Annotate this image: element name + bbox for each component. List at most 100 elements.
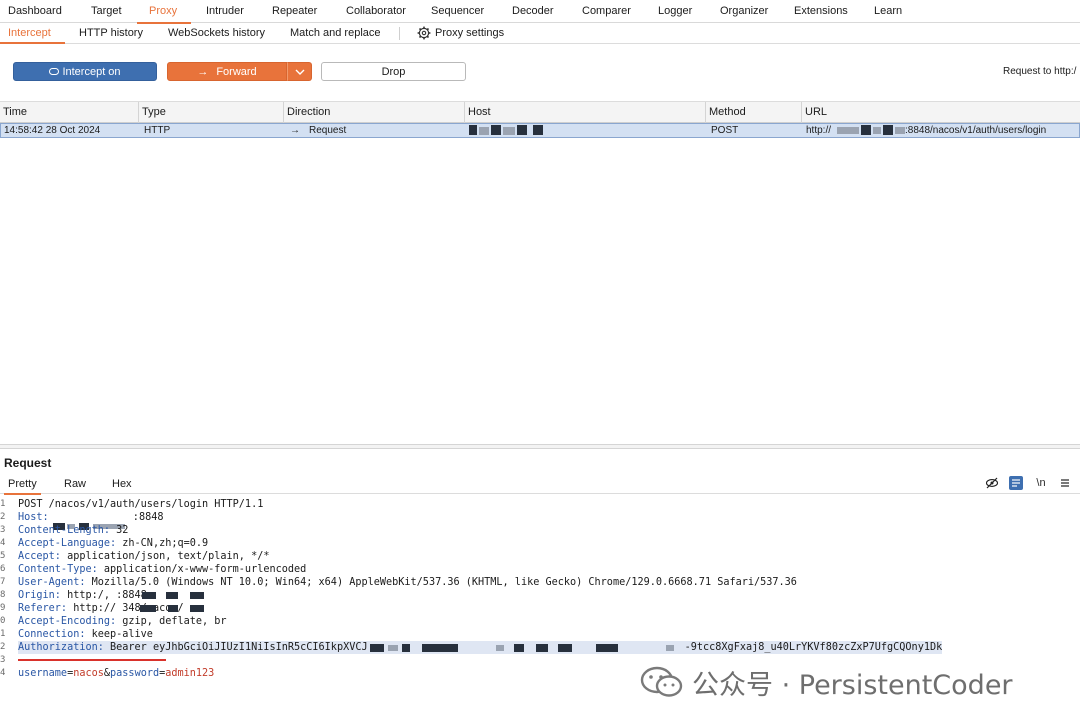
watermark-text: 公众号 · PersistentCoder bbox=[692, 669, 1013, 701]
tab-hex[interactable]: Hex bbox=[112, 478, 132, 490]
code-line: 8 Origin: http:/, :8848 bbox=[0, 589, 1080, 602]
header-value: application/json, text/plain, */* bbox=[60, 551, 270, 562]
tab-extensions[interactable]: Extensions bbox=[794, 0, 848, 23]
code-line: 1 POST /nacos/v1/auth/users/login HTTP/1… bbox=[0, 498, 1080, 511]
row-url-suffix: :8848/nacos/v1/auth/users/login bbox=[905, 125, 1047, 136]
header-key: Content-Length: bbox=[18, 525, 111, 536]
intercept-toggle-button[interactable]: Intercept on bbox=[13, 62, 157, 81]
subtab-intercept[interactable]: Intercept bbox=[0, 23, 65, 44]
tab-raw[interactable]: Raw bbox=[64, 478, 86, 490]
column-method[interactable]: Method bbox=[706, 102, 802, 123]
subtab-separator bbox=[399, 27, 400, 40]
header-key: Connection: bbox=[18, 629, 86, 640]
header-key: Accept-Language: bbox=[18, 538, 117, 549]
code-line: 6 Content-Type: application/x-www-form-u… bbox=[0, 563, 1080, 576]
header-value: 32 bbox=[110, 525, 129, 536]
line-number: 4 bbox=[0, 668, 6, 678]
row-url-prefix: http:// bbox=[806, 125, 832, 136]
header-value: zh-CN,zh;q=0.9 bbox=[116, 538, 209, 549]
drop-button[interactable]: Drop bbox=[321, 62, 466, 81]
subtab-match-and-replace[interactable]: Match and replace bbox=[290, 23, 381, 43]
tab-collaborator[interactable]: Collaborator bbox=[346, 0, 406, 23]
code-line: 3 Content-Length: 32 bbox=[0, 524, 1080, 537]
header-value: http:// 348/nacos/ bbox=[67, 603, 184, 614]
request-to-label: Request to http:/ bbox=[1003, 66, 1077, 77]
header-value: gzip, deflate, br bbox=[116, 616, 227, 627]
hide-eye-icon[interactable] bbox=[985, 476, 999, 490]
header-key: Origin: bbox=[18, 590, 61, 601]
header-key: User-Agent: bbox=[18, 577, 86, 588]
header-value: Bearer eyJhbGciOiJIUzI1NiIsInR5cCI6IkpXV… bbox=[103, 642, 368, 653]
column-time[interactable]: Time bbox=[0, 102, 139, 123]
line-number: 1 bbox=[0, 499, 6, 509]
line-number: 9 bbox=[0, 603, 6, 613]
row-type: HTTP bbox=[144, 125, 171, 136]
subtab-http-history[interactable]: HTTP history bbox=[79, 23, 143, 43]
request-line: POST /nacos/v1/auth/users/login HTTP/1.1 bbox=[18, 499, 264, 510]
header-value: http:/, :8848 bbox=[60, 590, 147, 601]
column-host[interactable]: Host bbox=[465, 102, 706, 123]
tab-logger[interactable]: Logger bbox=[658, 0, 692, 23]
row-direction: Request bbox=[309, 125, 347, 136]
line-number: 1 bbox=[0, 629, 6, 639]
forward-label: Forward bbox=[216, 66, 257, 78]
arrow-right-icon: → bbox=[197, 66, 209, 78]
line-number: 3 bbox=[0, 525, 6, 535]
request-view-tabs: Pretty Raw Hex bbox=[0, 476, 1080, 495]
header-value: keep-alive bbox=[85, 629, 153, 640]
authorization-underline bbox=[18, 659, 166, 661]
param-value: admin123 bbox=[165, 668, 215, 679]
forward-button[interactable]: → Forward bbox=[167, 62, 287, 81]
wechat-logo-icon bbox=[640, 666, 683, 697]
tab-dashboard[interactable]: Dashboard bbox=[8, 0, 62, 23]
header-value: application/x-www-form-urlencoded bbox=[97, 564, 307, 575]
row-time: 14:58:42 28 Oct 2024 bbox=[4, 125, 101, 136]
column-direction[interactable]: Direction bbox=[284, 102, 465, 123]
header-key: Referer: bbox=[18, 603, 68, 614]
tab-sequencer[interactable]: Sequencer bbox=[431, 0, 484, 23]
request-editor[interactable]: 1 POST /nacos/v1/auth/users/login HTTP/1… bbox=[0, 498, 1080, 680]
toggle-icon bbox=[49, 68, 60, 75]
tab-proxy[interactable]: Proxy bbox=[136, 0, 192, 24]
code-line: 2 Host: :8848 bbox=[0, 511, 1080, 530]
code-line: 7 User-Agent: Mozilla/5.0 (Windows NT 10… bbox=[0, 576, 1080, 589]
arrow-right-icon: → bbox=[290, 125, 300, 136]
chevron-down-icon bbox=[295, 69, 304, 75]
menu-icon[interactable] bbox=[1058, 476, 1072, 490]
header-value: :8848 bbox=[126, 512, 164, 523]
header-key: Accept-Encoding: bbox=[18, 616, 117, 627]
line-number: 6 bbox=[0, 564, 6, 574]
code-line: 9 Referer: http:// 348/nacos/ bbox=[0, 602, 1080, 615]
tab-learn[interactable]: Learn bbox=[874, 0, 902, 23]
code-line: 1 Connection: keep-alive bbox=[0, 628, 1080, 641]
code-line: 5 Accept: application/json, text/plain, … bbox=[0, 550, 1080, 563]
main-tab-bar: Dashboard Target Proxy Intruder Repeater… bbox=[0, 0, 1080, 24]
header-value-tail: -9tcc8XgFxaj8_u40LrYKVf80zcZxP7UfgCQOny1… bbox=[684, 642, 943, 653]
proxy-settings-link[interactable]: Proxy settings bbox=[435, 23, 504, 43]
tab-repeater[interactable]: Repeater bbox=[272, 0, 317, 23]
subtab-websockets-history[interactable]: WebSockets history bbox=[168, 23, 265, 43]
column-type[interactable]: Type bbox=[139, 102, 284, 123]
line-number: 2 bbox=[0, 642, 6, 652]
watermark: 公众号 · PersistentCoder bbox=[640, 664, 1013, 701]
tab-comparer[interactable]: Comparer bbox=[582, 0, 631, 23]
param-key: username bbox=[18, 668, 68, 679]
column-url[interactable]: URL bbox=[802, 102, 1080, 123]
tab-intruder[interactable]: Intruder bbox=[206, 0, 244, 23]
tab-target[interactable]: Target bbox=[91, 0, 122, 23]
tab-decoder[interactable]: Decoder bbox=[512, 0, 554, 23]
panel-divider[interactable] bbox=[0, 444, 1080, 449]
request-panel-title: Request bbox=[4, 456, 52, 470]
header-key: Accept: bbox=[18, 551, 61, 562]
param-value: nacos bbox=[73, 668, 104, 679]
tab-pretty[interactable]: Pretty bbox=[4, 478, 41, 495]
pretty-format-icon[interactable] bbox=[1009, 476, 1023, 490]
gear-icon[interactable] bbox=[417, 26, 431, 40]
tab-organizer[interactable]: Organizer bbox=[720, 0, 768, 23]
row-method: POST bbox=[711, 125, 739, 136]
token-redacted bbox=[368, 642, 685, 653]
newline-toggle-icon[interactable]: \n bbox=[1034, 476, 1048, 490]
table-row[interactable]: 14:58:42 28 Oct 2024 HTTP → Request POST… bbox=[0, 123, 1080, 138]
code-line: 4 Accept-Language: zh-CN,zh;q=0.9 bbox=[0, 537, 1080, 550]
forward-options-button[interactable] bbox=[287, 62, 312, 81]
